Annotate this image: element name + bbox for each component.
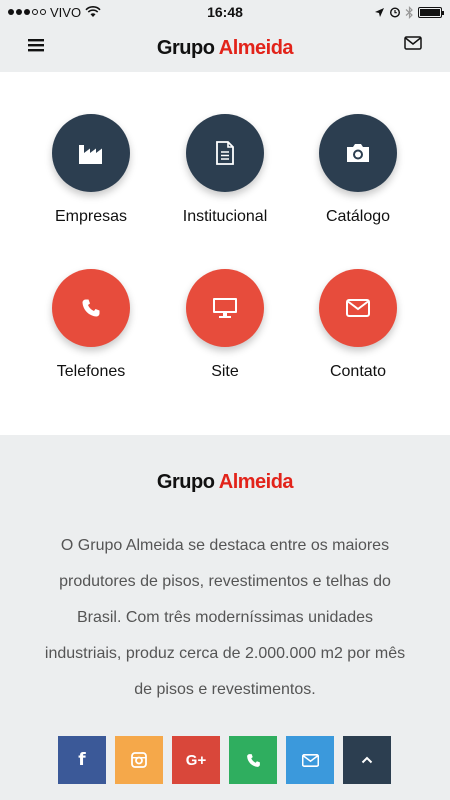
grid-label: Empresas (54, 208, 128, 225)
grid-item-telefones[interactable]: Telefones (24, 269, 158, 381)
about-section: Grupo Almeida O Grupo Almeida se destaca… (0, 435, 450, 800)
signal-strength-icon (8, 9, 46, 15)
menu-grid: Empresas Institucional Catálogo Telefone… (0, 72, 450, 435)
instagram-icon (131, 752, 147, 768)
factory-icon (79, 145, 102, 164)
telefones-circle (52, 269, 130, 347)
status-left: VIVO (8, 5, 101, 20)
grid-item-site[interactable]: Site (158, 269, 292, 381)
phone-icon (82, 299, 100, 317)
grid-label: Site (211, 363, 239, 380)
grid-label: Telefones (56, 363, 126, 380)
chevron-up-icon (361, 756, 373, 764)
logo-word-1: Grupo (156, 471, 215, 493)
phone-icon (246, 753, 260, 767)
grid-label: Contato (329, 363, 387, 380)
camera-icon (347, 144, 369, 162)
location-arrow-icon (375, 7, 384, 17)
social-bar: f G+ (58, 736, 391, 784)
google-plus-button[interactable]: G+ (172, 736, 220, 784)
empresas-circle (52, 114, 130, 192)
site-circle (186, 269, 264, 347)
grid-item-catalogo[interactable]: Catálogo (291, 114, 425, 226)
phone-button[interactable] (229, 736, 277, 784)
grid-item-institucional[interactable]: Institucional (158, 114, 292, 226)
envelope-icon[interactable] (404, 36, 422, 55)
hamburger-menu-icon[interactable] (28, 36, 44, 56)
logo-word-1: Grupo (156, 36, 215, 59)
wifi-icon (85, 6, 101, 17)
facebook-button[interactable]: f (58, 736, 106, 784)
catalogo-circle (319, 114, 397, 192)
app-header: Grupo Almeida (0, 24, 450, 72)
grid-item-empresas[interactable]: Empresas (24, 114, 158, 226)
about-logo: Grupo Almeida (0, 471, 450, 494)
header-logo: Grupo Almeida (156, 36, 294, 60)
status-bar: VIVO 16:48 (0, 0, 450, 24)
carrier-name: VIVO (50, 4, 82, 20)
battery-icon (418, 6, 444, 18)
logo-word-2: Almeida (218, 36, 294, 59)
grid-label: Institucional (182, 208, 268, 225)
institucional-circle (186, 114, 264, 192)
alarm-icon (389, 7, 401, 18)
envelope-icon (346, 299, 370, 317)
status-right (374, 5, 444, 19)
envelope-icon (301, 753, 319, 767)
facebook-icon: f (78, 750, 86, 770)
grid-item-contato[interactable]: Contato (291, 269, 425, 381)
monitor-icon (213, 298, 237, 318)
back-to-top-button[interactable] (343, 736, 391, 784)
bluetooth-icon (405, 5, 413, 19)
about-text: O Grupo Almeida se destaca entre os maio… (44, 537, 406, 698)
google-plus-icon: G+ (185, 751, 207, 769)
email-button[interactable] (286, 736, 334, 784)
contato-circle (319, 269, 397, 347)
grid-label: Catálogo (325, 208, 391, 225)
document-icon (216, 141, 234, 165)
instagram-button[interactable] (115, 736, 163, 784)
logo-word-2: Almeida (218, 471, 294, 493)
